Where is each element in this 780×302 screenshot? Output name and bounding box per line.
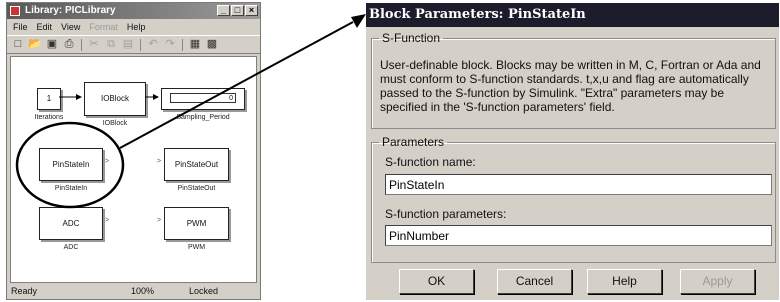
pinstatein-block-label: PinStateIn (54, 185, 88, 192)
dialog-title: Block Parameters: PinStateIn (369, 7, 586, 22)
library-window-title: Library: PICLibrary (25, 5, 116, 16)
cut-icon: ✂ (89, 38, 99, 50)
library-canvas[interactable]: 1 Iterations IOBlock IOBlock 0 Sampling_… (10, 56, 257, 283)
menu-format: Format (89, 22, 118, 32)
library-browser-icon[interactable]: ▦ (188, 38, 202, 51)
pwm-text: PWM (186, 219, 207, 228)
ok-button[interactable]: OK (399, 269, 474, 294)
adc-block-label: ADC (63, 244, 79, 251)
description-line: passed to the S-function by Simulink. "E… (380, 86, 725, 100)
parameters-group-title: Parameters (382, 135, 445, 149)
iterations-constant-block[interactable]: 1 (37, 88, 61, 110)
dialog-title-bar[interactable]: Block Parameters: PinStateIn (366, 3, 779, 27)
sfunction-name-label: S-function name: (385, 155, 476, 169)
description-line: User-definable block. Blocks may be writ… (380, 58, 761, 72)
menu-edit[interactable]: Edit (37, 20, 53, 34)
menu-file[interactable]: File (13, 20, 28, 34)
description-line: must conform to S-function standards. t,… (380, 72, 749, 86)
minimize-icon[interactable]: _ (217, 5, 230, 16)
iterations-value: 1 (46, 94, 52, 103)
ioblock-block[interactable]: IOBlock (84, 82, 146, 116)
toolbar-separator (182, 38, 183, 51)
sfunction-description: User-definable block. Blocks may be writ… (380, 58, 780, 114)
block-parameters-dialog: Block Parameters: PinStateIn S-Function … (366, 3, 779, 300)
library-toolbar: □ 📂 ▣ ⎙ ✂ ⧉ ▤ ↶ ↷ ▦ ▩ (7, 35, 260, 54)
pwm-block[interactable]: PWM (164, 207, 229, 240)
close-icon[interactable]: × (245, 5, 258, 16)
library-window: Library: PICLibrary _ □ × File Edit View… (6, 2, 261, 300)
toolbar-separator (81, 38, 82, 51)
pinstateout-text: PinStateOut (174, 160, 219, 169)
open-icon[interactable]: 📂 (28, 38, 42, 51)
sfunction-group: S-Function User-definable block. Blocks … (371, 31, 776, 129)
simulink-app-icon (10, 6, 20, 16)
sfunction-parameters-label: S-function parameters: (385, 207, 507, 221)
print-icon[interactable]: ⎙ (62, 38, 76, 51)
iterations-block-label: Iterations (34, 114, 64, 121)
output-port-icon: > (105, 217, 110, 224)
status-ready: Ready (11, 286, 38, 296)
paste-icon: ▤ (122, 38, 134, 50)
pinstateout-block-label: PinStateOut (177, 185, 216, 192)
maximize-icon[interactable]: □ (231, 5, 244, 16)
output-port-icon: > (105, 158, 110, 165)
copy-icon: ⧉ (107, 38, 115, 50)
pinstateout-block[interactable]: PinStateOut (164, 148, 229, 181)
pinstatein-block[interactable]: PinStateIn (39, 148, 103, 181)
description-line: specified in the 'S-function parameters'… (380, 100, 615, 114)
library-title-bar[interactable]: Library: PICLibrary _ □ × (7, 3, 260, 19)
sampling-period-display-block[interactable]: 0 (161, 88, 245, 110)
help-button[interactable]: Help (587, 269, 662, 294)
pwm-block-label: PWM (187, 244, 206, 251)
toolbar-separator (140, 38, 141, 51)
sfunction-parameters-field[interactable] (385, 225, 772, 246)
cancel-button[interactable]: Cancel (497, 269, 572, 294)
menu-view[interactable]: View (61, 20, 80, 34)
sampling-period-display: 0 (170, 93, 236, 103)
input-port-icon: > (157, 217, 162, 224)
undo-icon: ↶ (148, 38, 158, 50)
new-icon[interactable]: □ (11, 38, 25, 51)
adc-block[interactable]: ADC (39, 207, 103, 240)
redo-icon: ↷ (165, 38, 175, 50)
input-port-icon: > (157, 158, 162, 165)
ioblock-block-label: IOBlock (102, 120, 128, 127)
sfunction-group-title: S-Function (382, 31, 441, 45)
adc-text: ADC (62, 219, 80, 228)
apply-button: Apply (680, 269, 755, 294)
sfunction-name-field[interactable] (385, 174, 772, 195)
ioblock-text: IOBlock (100, 94, 129, 103)
library-status-bar: Ready 100% Locked (7, 284, 260, 299)
sampling-period-block-label: Sampling_Period (176, 114, 230, 121)
pointer-arrowhead (351, 14, 366, 28)
menu-help[interactable]: Help (127, 20, 146, 34)
model-browser-icon[interactable]: ▩ (205, 38, 219, 51)
status-zoom: 100% (131, 286, 155, 296)
save-icon[interactable]: ▣ (45, 38, 59, 51)
library-menu-bar: File Edit View Format Help (7, 20, 260, 34)
status-locked: Locked (189, 286, 219, 296)
pinstatein-text: PinStateIn (52, 160, 90, 169)
